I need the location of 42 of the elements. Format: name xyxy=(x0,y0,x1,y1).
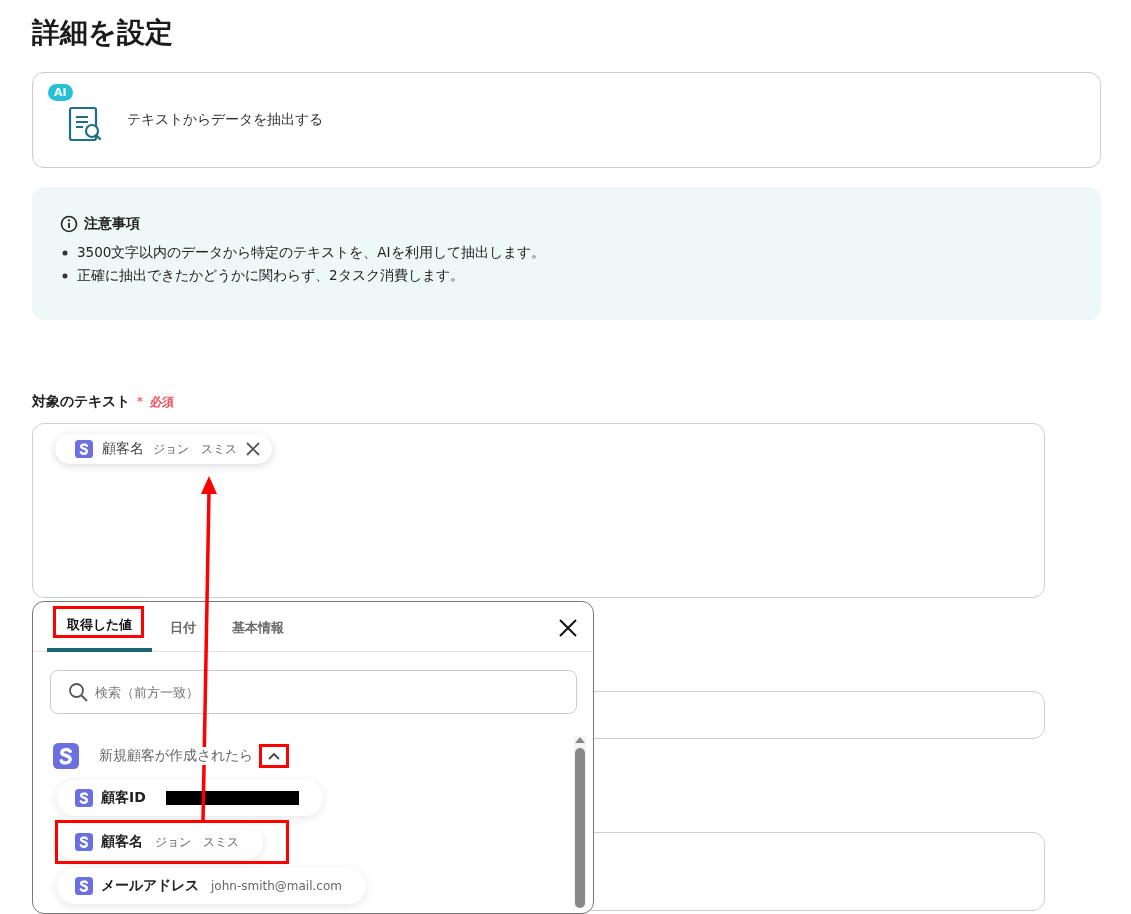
item-name: 顧客ID xyxy=(101,789,146,807)
page-title: 詳細を設定 xyxy=(32,15,174,51)
item-value: ジョン スミス xyxy=(155,833,239,851)
chevron-up-icon xyxy=(268,752,280,760)
info-icon xyxy=(60,215,78,233)
item-name: メールアドレス xyxy=(101,877,199,895)
tab[interactable]: 日付 xyxy=(152,609,214,651)
close-icon xyxy=(246,442,260,456)
scrollbar[interactable] xyxy=(574,736,586,908)
bullet-icon xyxy=(62,272,68,279)
chip-value: ジョン スミス xyxy=(153,440,237,458)
variable-item[interactable]: 顧客名 ジョン スミス xyxy=(57,824,263,860)
variable-item[interactable]: 顧客ID xyxy=(57,780,323,816)
tab[interactable]: 取得した値 xyxy=(47,604,152,652)
chip-name: 顧客名 xyxy=(102,440,144,458)
notice-text: 正確に抽出できたかどうかに関わらず、2タスク消費します。 xyxy=(77,266,464,285)
notice-text: 3500文字以内のデータから特定のテキストを、AIを利用して抽出します。 xyxy=(77,243,545,262)
variable-chip[interactable]: 顧客名 ジョン スミス xyxy=(55,434,272,464)
scroll-up-icon xyxy=(574,736,586,744)
app-logo-icon xyxy=(53,743,79,769)
field-label: 対象のテキスト xyxy=(32,393,130,411)
item-name: 顧客名 xyxy=(101,833,143,851)
app-logo-icon xyxy=(75,789,93,807)
close-icon xyxy=(559,619,577,637)
close-button[interactable] xyxy=(559,619,577,637)
notice-title: 注意事項 xyxy=(84,215,140,233)
search-field[interactable]: 検索（前方一致） xyxy=(50,670,577,714)
action-label: テキストからデータを抽出する xyxy=(127,111,323,129)
bullet-icon xyxy=(62,249,68,256)
app-logo-icon xyxy=(75,440,93,458)
item-value: john-smith@mail.com xyxy=(211,879,342,893)
group-title: 新規顧客が作成されたら xyxy=(99,747,253,765)
required-mark: ＊ xyxy=(133,393,147,411)
text-input-area[interactable]: 顧客名 ジョン スミス xyxy=(32,423,1045,598)
action-card[interactable]: AI テキストからデータを抽出する xyxy=(32,72,1101,168)
collapse-button[interactable] xyxy=(259,744,289,768)
ai-badge: AI xyxy=(48,84,73,101)
required-label: 必須 xyxy=(150,393,174,411)
variable-item[interactable]: メールアドレス john-smith@mail.com xyxy=(57,868,366,904)
app-logo-icon xyxy=(75,833,93,851)
app-logo-icon xyxy=(75,877,93,895)
tab[interactable]: 基本情報 xyxy=(214,609,302,651)
